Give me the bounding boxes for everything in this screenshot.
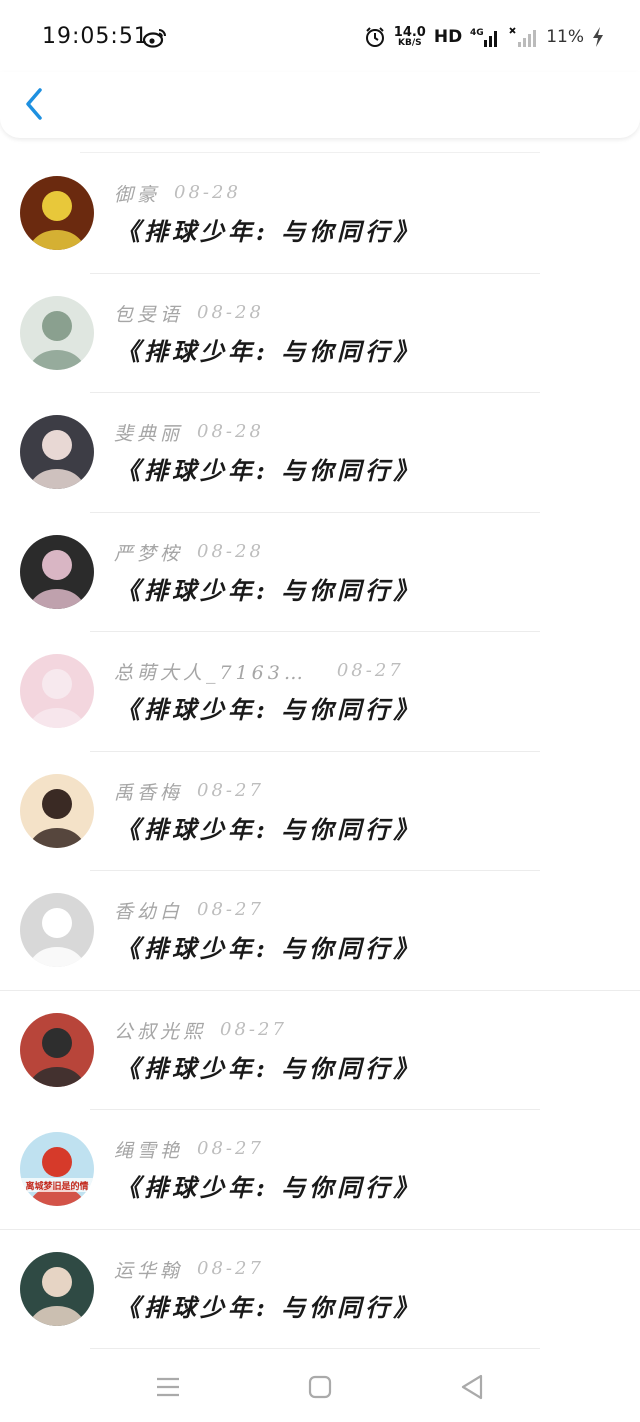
avatar[interactable] xyxy=(20,1012,94,1087)
charging-icon xyxy=(593,27,603,47)
message-title: 《排球少年: 与你同行》 xyxy=(116,575,422,605)
message-title: 《排球少年: 与你同行》 xyxy=(116,456,422,485)
message-title: 《排球少年: 与你同行》 xyxy=(116,1053,422,1083)
message-title: 《排球少年: 与你同行》 xyxy=(116,934,422,963)
username: 禹香梅 xyxy=(114,781,184,804)
message-title: 《排球少年: 与你同行》 xyxy=(116,814,422,844)
timestamp: 08-28 xyxy=(197,301,264,323)
list-item[interactable]: 斐典丽 08-28 《排球少年: 与你同行》 xyxy=(0,393,640,513)
avatar[interactable]: 离城梦旧是的情 xyxy=(20,1132,94,1206)
timestamp: 08-27 xyxy=(197,1257,264,1279)
list-item[interactable]: 公叔光熙 08-27 《排球少年: 与你同行》 xyxy=(0,991,640,1110)
message-title: 《排球少年: 与你同行》 xyxy=(116,336,422,366)
net-speed-unit: KB/S xyxy=(398,38,422,48)
username: 运华翰 xyxy=(114,1259,184,1282)
list-item[interactable]: 包旻语 08-28 《排球少年: 与你同行》 xyxy=(0,274,640,393)
timestamp: 08-28 xyxy=(197,421,264,442)
home-square-icon[interactable] xyxy=(305,1372,335,1402)
weibo-icon xyxy=(143,29,166,48)
avatar-caption: 离城梦旧是的情 xyxy=(25,1180,88,1192)
message-title: 《排球少年: 与你同行》 xyxy=(116,217,422,246)
system-navbar xyxy=(0,1350,640,1422)
signal-no-sim-icon xyxy=(509,27,537,47)
timestamp: 08-27 xyxy=(197,1138,264,1159)
list-item[interactable]: 离城梦旧是的情 绳雪艳 08-27 《排球少年: 与你同行》 xyxy=(0,1110,640,1230)
status-time: 19:05:51 xyxy=(42,24,149,49)
timestamp: 08-27 xyxy=(197,899,264,920)
divider xyxy=(80,152,540,153)
timestamp: 08-28 xyxy=(197,540,264,562)
username: 公叔光熙 xyxy=(114,1020,207,1043)
list-item[interactable]: 严梦桉 08-28 《排球少年: 与你同行》 xyxy=(0,513,640,632)
avatar[interactable] xyxy=(20,654,94,728)
username: 包旻语 xyxy=(114,303,184,326)
net-speed: 14.0 KB/S xyxy=(394,26,426,48)
timestamp: 08-27 xyxy=(336,660,404,681)
username: 总萌大人_7163… xyxy=(114,662,307,684)
list-item[interactable]: 御豪 08-28 《排球少年: 与你同行》 xyxy=(0,154,640,274)
username: 严梦桉 xyxy=(114,542,184,565)
list-item[interactable]: 禹香梅 08-27 《排球少年: 与你同行》 xyxy=(0,752,640,871)
avatar[interactable] xyxy=(20,1251,94,1326)
list-item[interactable]: 香幼白 08-27 《排球少年: 与你同行》 xyxy=(0,871,640,991)
username: 香幼白 xyxy=(114,901,184,923)
avatar[interactable] xyxy=(20,773,94,848)
chevron-left-icon[interactable] xyxy=(22,86,48,122)
username: 绳雪艳 xyxy=(114,1140,184,1162)
avatar[interactable] xyxy=(20,176,94,250)
app-header xyxy=(0,72,640,138)
message-list: 御豪 08-28 《排球少年: 与你同行》 包旻语 08-28 《排球少年: 与你同行》斐… xyxy=(0,154,640,1349)
list-item[interactable]: 运华翰 08-27 《排球少年: 与你同行》 xyxy=(0,1230,640,1349)
back-triangle-icon[interactable] xyxy=(457,1372,487,1402)
avatar[interactable] xyxy=(20,295,94,370)
menu-icon[interactable] xyxy=(153,1372,183,1402)
username: 斐典丽 xyxy=(114,423,184,445)
timestamp: 08-27 xyxy=(197,779,264,801)
signal-4g-icon: 4G xyxy=(470,28,498,47)
avatar[interactable] xyxy=(20,415,94,489)
username: 御豪 xyxy=(114,184,161,206)
timestamp: 08-27 xyxy=(220,1018,287,1040)
avatar[interactable] xyxy=(20,893,94,967)
battery-percent: 11% xyxy=(546,27,584,47)
list-item[interactable]: 总萌大人_7163… 08-27 《排球少年: 与你同行》 xyxy=(0,632,640,752)
svg-text:4G: 4G xyxy=(470,28,484,38)
message-title: 《排球少年: 与你同行》 xyxy=(116,1173,422,1202)
message-title: 《排球少年: 与你同行》 xyxy=(116,1292,422,1322)
message-title: 《排球少年: 与你同行》 xyxy=(116,695,422,724)
status-icons: 14.0 KB/S HD 4G 11% xyxy=(364,22,604,52)
status-bar: 19:05:51 14.0 KB/S HD 4G 11% xyxy=(0,0,640,72)
hd-label: HD xyxy=(433,27,463,47)
divider xyxy=(90,1348,540,1349)
avatar[interactable] xyxy=(20,534,94,609)
timestamp: 08-28 xyxy=(174,182,241,203)
alarm-icon xyxy=(365,27,384,47)
